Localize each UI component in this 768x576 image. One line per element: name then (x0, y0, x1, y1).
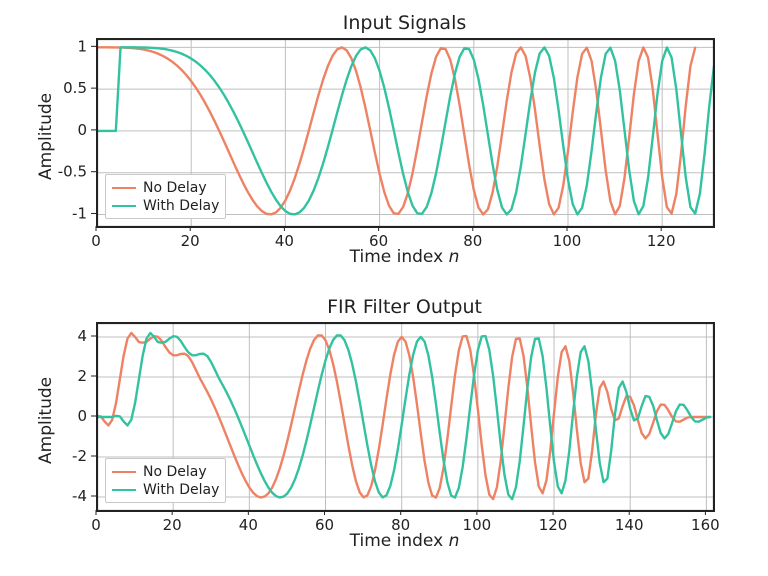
top-legend: No Delay With Delay (105, 174, 226, 219)
top-xlabel: Time index n (96, 247, 713, 267)
legend-row-no-delay: No Delay (112, 179, 219, 197)
bottom-ylabel: Amplitude (36, 377, 56, 464)
top-title: Input Signals (96, 12, 713, 34)
bottom-axes: No Delay With Delay (96, 322, 715, 512)
bottom-xlabel-var: n (449, 531, 460, 551)
svg-text:-2: -2 (72, 447, 87, 465)
svg-text:-0.5: -0.5 (58, 163, 87, 181)
legend-row-no-delay: No Delay (112, 463, 219, 481)
top-ylabel: Amplitude (36, 93, 56, 180)
svg-text:0: 0 (77, 407, 87, 425)
legend-label-with-delay: With Delay (143, 482, 219, 498)
legend-row-with-delay: With Delay (112, 197, 219, 215)
top-xlabel-prefix: Time index (350, 247, 449, 267)
svg-text:-1: -1 (72, 204, 87, 222)
svg-text:1: 1 (77, 37, 87, 55)
legend-label-no-delay: No Delay (143, 464, 207, 480)
legend-label-no-delay: No Delay (143, 180, 207, 196)
legend-swatch-with-delay (112, 489, 136, 491)
top-axes: No Delay With Delay (96, 38, 715, 228)
svg-text:2: 2 (77, 367, 87, 385)
legend-row-with-delay: With Delay (112, 481, 219, 499)
bottom-legend: No Delay With Delay (105, 458, 226, 503)
top-xlabel-var: n (449, 247, 460, 267)
bottom-title: FIR Filter Output (96, 296, 713, 318)
legend-swatch-with-delay (112, 205, 136, 207)
svg-text:0: 0 (77, 121, 87, 139)
svg-text:4: 4 (77, 327, 87, 345)
legend-swatch-no-delay (112, 187, 136, 189)
legend-label-with-delay: With Delay (143, 198, 219, 214)
legend-swatch-no-delay (112, 471, 136, 473)
bottom-xlabel-prefix: Time index (350, 531, 449, 551)
figure: Input Signals No Delay With Delay 020406… (0, 0, 768, 576)
svg-text:-4: -4 (72, 487, 87, 505)
svg-text:0.5: 0.5 (63, 79, 87, 97)
bottom-xlabel: Time index n (96, 531, 713, 551)
